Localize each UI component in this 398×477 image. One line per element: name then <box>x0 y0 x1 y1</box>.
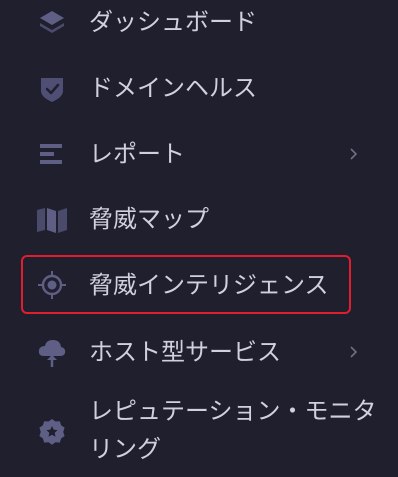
sidebar-item-label: ホスト型サービス <box>89 338 281 366</box>
sidebar-item-label: ダッシュボード <box>89 8 257 36</box>
sidebar-item-label: 脅威インテリジェンス <box>89 271 329 299</box>
chevron-right-icon <box>347 147 361 161</box>
sidebar-item-report[interactable]: レポート <box>0 134 398 174</box>
sidebar-item-label: レピュテーション・モニタリング <box>89 397 377 463</box>
crosshair-icon <box>36 269 68 301</box>
sidebar-item-threat-map[interactable]: 脅威マップ <box>0 199 398 239</box>
report-lines-icon <box>36 138 68 170</box>
cloud-upload-icon <box>36 336 68 368</box>
sidebar-item-reputation-monitoring[interactable]: レピュテーション・モニタリング <box>0 397 398 468</box>
map-icon <box>36 203 68 235</box>
sidebar-item-hosting-services[interactable]: ホスト型サービス <box>0 332 398 372</box>
sidebar-item-label: 脅威マップ <box>89 205 209 233</box>
layers-icon <box>36 6 68 38</box>
sidebar-menu: ダッシュボード ドメインヘルス レポート 脅威マップ 脅威インテリジェンス ホス… <box>0 0 398 477</box>
sidebar-item-domain-health[interactable]: ドメインヘルス <box>0 68 398 108</box>
sidebar-item-threat-intelligence[interactable]: 脅威インテリジェンス <box>0 255 398 315</box>
badge-star-icon <box>36 416 68 448</box>
sidebar-item-dashboard[interactable]: ダッシュボード <box>0 2 398 42</box>
sidebar-item-label: ドメインヘルス <box>89 74 257 102</box>
sidebar-item-label: レポート <box>89 140 185 168</box>
shield-check-icon <box>36 72 68 104</box>
chevron-right-icon <box>347 345 361 359</box>
